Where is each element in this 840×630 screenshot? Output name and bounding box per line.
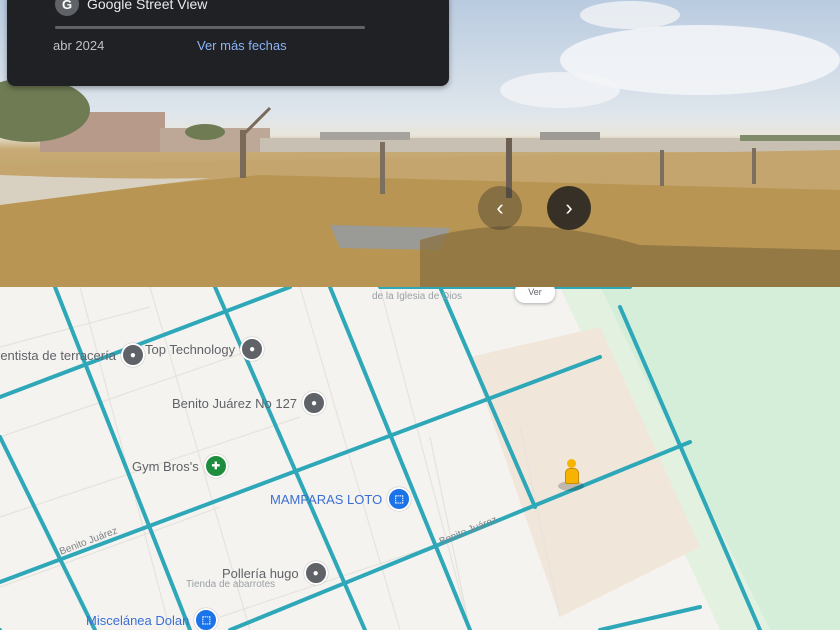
map-label-church: de la Iglesia de Dios xyxy=(372,291,463,302)
chevron-left-icon[interactable]: ‹ xyxy=(478,186,522,230)
map-top-marker[interactable]: Ver xyxy=(515,287,555,303)
poi-label: Benito Juárez No 127 xyxy=(172,395,298,411)
street-view-title: Google Street View xyxy=(87,0,208,12)
poi-benito-juarez-127[interactable]: Benito Juárez No 127 ● xyxy=(172,391,327,415)
shopping-icon: ⬚ xyxy=(194,608,219,630)
capture-date: abr 2024 xyxy=(53,38,105,53)
poi-label: MAMPARAS LOTO xyxy=(270,491,383,507)
map-canvas xyxy=(0,287,840,630)
poi-mamparas-loto[interactable]: MAMPARAS LOTO ⬚ xyxy=(270,487,412,511)
poi-rentista[interactable]: rentista de terracería ● xyxy=(0,343,145,367)
place-icon: ● xyxy=(303,561,328,585)
poi-label: Top Technology xyxy=(145,341,236,357)
poi-top-technology[interactable]: Top Technology ● xyxy=(145,337,265,361)
poi-gym-bros[interactable]: Gym Bros's ✚ xyxy=(132,454,228,478)
shopping-icon: ⬚ xyxy=(387,487,412,511)
gym-icon: ✚ xyxy=(203,454,228,478)
map-panel[interactable]: de la Iglesia de Dios Ver rentista de te… xyxy=(0,287,840,630)
street-view-panel[interactable]: G Google Street View abr 2024 Ver más fe… xyxy=(0,0,840,287)
place-icon: ● xyxy=(240,337,265,361)
pegman-icon[interactable] xyxy=(558,459,584,491)
poi-label: Miscelánea Dolan xyxy=(86,612,190,628)
timeline-track[interactable] xyxy=(55,26,365,29)
poi-label: Gym Bros's xyxy=(132,458,199,474)
chevron-right-icon[interactable]: › xyxy=(547,186,591,230)
place-icon: ● xyxy=(302,391,327,415)
street-view-logo-icon: G xyxy=(55,0,79,16)
poi-sublabel: Tienda de abarrotes xyxy=(186,579,276,590)
street-view-info-card: G Google Street View abr 2024 Ver más fe… xyxy=(7,0,449,86)
poi-label: rentista de terracería xyxy=(0,347,116,363)
more-dates-link[interactable]: Ver más fechas xyxy=(197,38,287,53)
place-icon: ● xyxy=(120,343,145,367)
poi-miscelanea-dolan[interactable]: Miscelánea Dolan ⬚ xyxy=(86,608,219,630)
